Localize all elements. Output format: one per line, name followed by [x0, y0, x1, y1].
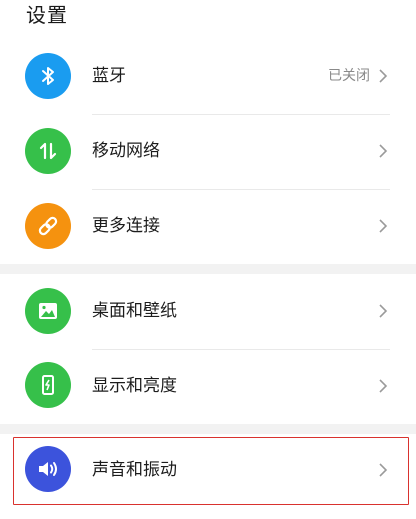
settings-item-label: 更多连接 — [92, 216, 160, 236]
bluetooth-icon — [25, 53, 71, 99]
mobile-data-icon — [25, 128, 71, 174]
chevron-right-icon — [379, 219, 388, 233]
settings-item-label: 蓝牙 — [92, 66, 126, 86]
settings-item-label: 桌面和壁纸 — [92, 301, 177, 321]
settings-item-wallpaper[interactable]: 桌面和壁纸 — [0, 274, 416, 349]
chevron-right-icon — [379, 69, 388, 83]
settings-page: 设置 蓝牙 已关闭 移动网络 更多连接 桌面和壁纸 显示和亮度 声音和振动 — [0, 0, 416, 519]
settings-item-bluetooth[interactable]: 蓝牙 已关闭 — [0, 39, 416, 114]
settings-item-label: 移动网络 — [92, 141, 160, 161]
page-title: 设置 — [26, 3, 68, 27]
section-separator — [0, 424, 416, 434]
settings-item-mobile-network[interactable]: 移动网络 — [0, 114, 416, 189]
chevron-right-icon — [379, 379, 388, 393]
phone-brightness-icon — [25, 362, 71, 408]
section-separator — [0, 264, 416, 274]
chevron-right-icon — [379, 144, 388, 158]
image-icon — [25, 288, 71, 334]
selection-highlight — [13, 437, 409, 505]
chevron-right-icon — [379, 304, 388, 318]
settings-item-more-connections[interactable]: 更多连接 — [0, 189, 416, 264]
status-text: 已关闭 — [328, 68, 370, 84]
settings-item-label: 显示和亮度 — [92, 376, 177, 396]
settings-item-display[interactable]: 显示和亮度 — [0, 349, 416, 424]
link-icon — [25, 203, 71, 249]
